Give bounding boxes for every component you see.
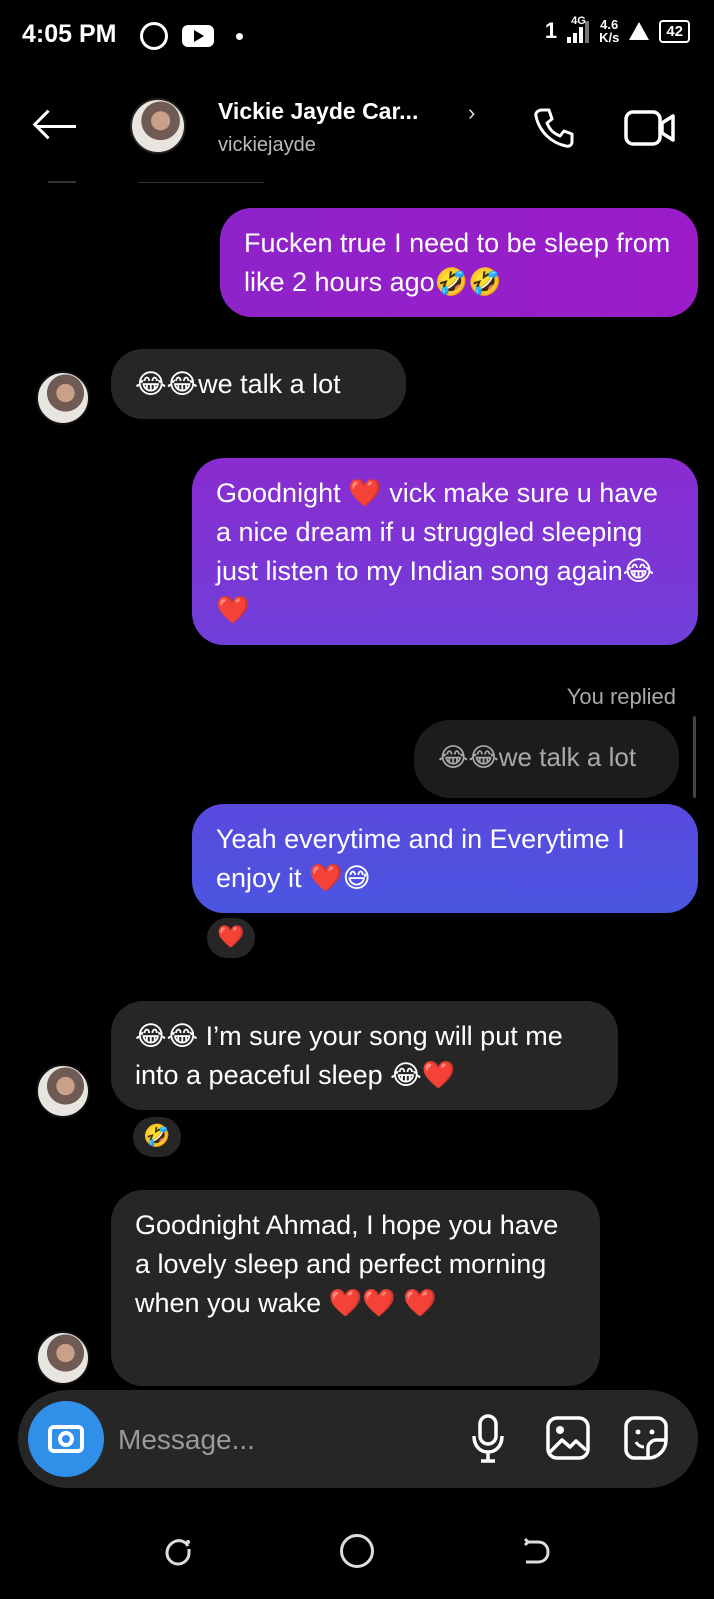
message-bubble-outgoing[interactable]: Yeah everytime and in Everytime I enjoy …: [192, 804, 698, 913]
sender-avatar[interactable]: [36, 1331, 90, 1385]
message-text: 😂😂we talk a lot: [135, 369, 341, 399]
scroll-fade-divider: [48, 181, 76, 183]
status-bar: 4:05 PM 1 4G 4.6 K/s 42: [0, 0, 714, 74]
contact-name[interactable]: Vickie Jayde Car...: [218, 98, 418, 125]
camera-lens-icon: [58, 1431, 74, 1447]
quoted-text: 😂😂we talk a lot: [438, 742, 637, 772]
reply-indicator-bar: [693, 716, 696, 798]
message-input[interactable]: [118, 1420, 448, 1460]
sender-avatar[interactable]: [36, 1064, 90, 1118]
youtube-icon: [182, 25, 214, 47]
data-arrows-icon: 1: [544, 18, 558, 43]
camera-button[interactable]: [28, 1401, 104, 1477]
message-text: Goodnight Ahmad, I hope you have a lovel…: [135, 1210, 559, 1318]
message-composer: [18, 1390, 698, 1488]
message-bubble-incoming[interactable]: 😂😂 I’m sure your song will put me into a…: [111, 1001, 618, 1110]
replied-label: You replied: [566, 684, 676, 709]
chevron-right-icon[interactable]: ›: [468, 100, 475, 126]
battery-icon: 42: [659, 19, 690, 43]
home-icon[interactable]: [340, 1534, 374, 1568]
status-time: 4:05 PM: [22, 20, 117, 48]
message-bubble-incoming[interactable]: 😂😂we talk a lot: [111, 349, 406, 419]
contact-username[interactable]: vickiejayde: [218, 134, 316, 157]
message-text: 😂😂 I’m sure your song will put me into a…: [135, 1021, 563, 1090]
video-camera-icon[interactable]: [624, 108, 676, 148]
alert-icon: [629, 22, 650, 40]
message-text: Fucken true I need to be sleep from like…: [244, 228, 671, 297]
phone-icon[interactable]: [532, 106, 576, 150]
scroll-fade-divider: [138, 182, 264, 183]
system-navigation-bar: [0, 1500, 714, 1599]
message-text: Goodnight ❤️ vick make sure u have a nic…: [216, 478, 658, 625]
back-arrow-icon[interactable]: [32, 108, 78, 144]
signal-icon: 4G: [567, 15, 590, 43]
status-indicators: 1 4G 4.6 K/s 42: [544, 15, 690, 45]
whatsapp-icon: [140, 22, 168, 50]
reaction-emoji-icon: 🤣: [143, 1123, 171, 1148]
reaction-badge[interactable]: 🤣: [130, 1114, 184, 1160]
notification-dot-icon: [236, 33, 243, 40]
message-bubble-outgoing[interactable]: Fucken true I need to be sleep from like…: [220, 208, 698, 317]
message-bubble-incoming[interactable]: Goodnight Ahmad, I hope you have a lovel…: [111, 1190, 600, 1386]
chat-header: Vickie Jayde Car... › vickiejayde: [0, 88, 714, 168]
net-speed: 4.6 K/s: [599, 17, 620, 45]
message-text: Yeah everytime and in Everytime I enjoy …: [216, 824, 625, 893]
network-type: 4G: [571, 15, 586, 27]
reaction-badge[interactable]: ❤️: [204, 915, 258, 961]
avatar[interactable]: [130, 98, 186, 154]
reaction-heart-icon: ❤️: [217, 924, 245, 949]
nav-back-icon[interactable]: [520, 1536, 552, 1568]
sticker-icon[interactable]: [622, 1414, 670, 1462]
message-bubble-outgoing[interactable]: Goodnight ❤️ vick make sure u have a nic…: [192, 458, 698, 645]
sender-avatar[interactable]: [36, 371, 90, 425]
recents-icon[interactable]: [162, 1536, 194, 1568]
gallery-icon[interactable]: [544, 1414, 592, 1462]
quoted-message[interactable]: 😂😂we talk a lot: [414, 720, 679, 798]
microphone-icon[interactable]: [470, 1414, 506, 1464]
